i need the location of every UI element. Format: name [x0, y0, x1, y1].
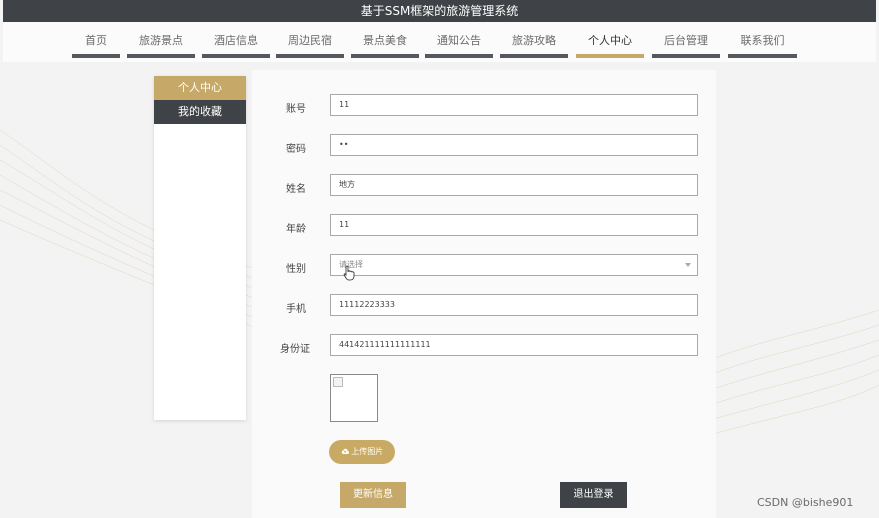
upload-image-label: 上传图片	[351, 447, 384, 456]
nav-item-home[interactable]: 首页	[72, 32, 120, 58]
name-field[interactable]: 地方	[330, 174, 698, 196]
gender-select[interactable]: 请选择	[330, 254, 698, 276]
phone-label: 手机	[286, 304, 306, 315]
page: 基于SSM框架的旅游管理系统 首页 旅游景点 酒店信息 周边民宿 景点美食 通知…	[0, 0, 879, 518]
password-field[interactable]: ••	[330, 134, 698, 156]
avatar-image-preview	[330, 374, 378, 422]
nav-item-notices[interactable]: 通知公告	[425, 32, 493, 58]
nav-item-food[interactable]: 景点美食	[351, 32, 419, 58]
phone-field[interactable]: 11112223333	[330, 294, 698, 316]
hand-cursor-icon	[343, 265, 355, 281]
nav-item-homestays[interactable]: 周边民宿	[276, 32, 344, 58]
id-card-label: 身份证	[280, 344, 310, 355]
broken-image-icon	[333, 377, 343, 387]
sidebar: 个人中心 我的收藏	[154, 76, 246, 420]
update-info-button[interactable]: 更新信息	[340, 482, 406, 508]
id-card-field[interactable]: 441421111111111111	[330, 334, 698, 356]
account-field[interactable]: 11	[330, 94, 698, 116]
top-nav: 首页 旅游景点 酒店信息 周边民宿 景点美食 通知公告 旅游攻略 个人中心 后台…	[3, 22, 876, 62]
watermark: CSDN @bishe901	[757, 496, 854, 509]
decorative-wave-right	[710, 309, 879, 436]
nav-item-hotels[interactable]: 酒店信息	[202, 32, 270, 58]
sidebar-item-favorites[interactable]: 我的收藏	[154, 100, 246, 124]
nav-item-admin[interactable]: 后台管理	[652, 32, 720, 58]
nav-item-contact[interactable]: 联系我们	[728, 32, 797, 58]
nav-item-personal-center[interactable]: 个人中心	[576, 32, 644, 58]
nav-item-attractions[interactable]: 旅游景点	[127, 32, 195, 58]
account-label: 账号	[286, 104, 306, 115]
name-label: 姓名	[286, 184, 306, 195]
age-field[interactable]: 11	[330, 214, 698, 236]
gender-label: 性别	[286, 264, 306, 275]
upload-image-button[interactable]: 上传图片	[329, 440, 395, 464]
nav-item-guides[interactable]: 旅游攻略	[500, 32, 568, 58]
cloud-upload-icon	[341, 448, 349, 454]
chevron-down-icon	[685, 263, 691, 267]
page-title: 基于SSM框架的旅游管理系统	[3, 0, 876, 22]
logout-button[interactable]: 退出登录	[560, 482, 627, 508]
age-label: 年龄	[286, 224, 306, 235]
sidebar-item-personal-center[interactable]: 个人中心	[154, 76, 246, 100]
password-label: 密码	[286, 144, 306, 155]
